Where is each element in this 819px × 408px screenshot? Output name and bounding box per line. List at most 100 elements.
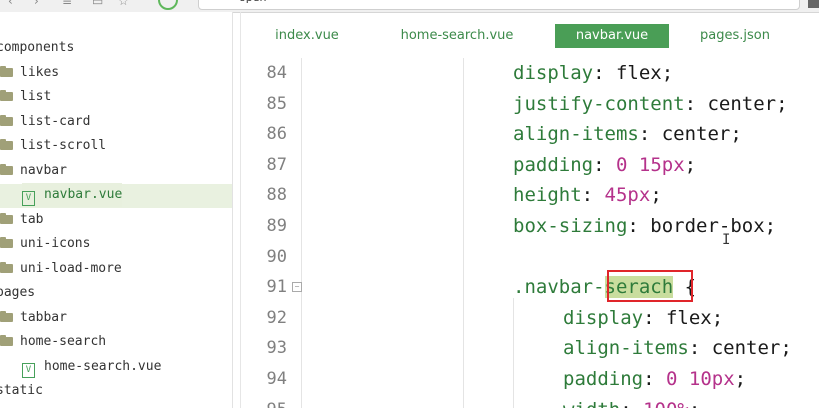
css-value: border-box [650, 215, 765, 237]
css-property: width [563, 399, 620, 408]
code-text: box-sizing: border-box; [513, 211, 776, 241]
tree-item-label: tab [20, 211, 44, 227]
css-property: display [563, 306, 644, 329]
tree-item[interactable]: navbar [0, 159, 67, 183]
tree-item-label: home-search [20, 334, 107, 349]
css-number: 10 [688, 368, 712, 390]
folder-icon [0, 114, 13, 126]
css-property: padding [563, 368, 644, 390]
colon: : [688, 337, 712, 360]
css-number: 0 [615, 153, 628, 176]
code-text: align-items: center; [513, 119, 742, 149]
code-line: 88 height: 45px; [241, 180, 819, 210]
sidebar-icon[interactable]: ▭ [92, 0, 103, 8]
tree-item[interactable]: Vnavbar.vue [22, 183, 123, 207]
tree-item[interactable]: static [0, 379, 43, 403]
code-line: 85 justify-content: center; [241, 89, 819, 119]
line-number: 90 [266, 246, 287, 267]
line-number: 92 [266, 307, 287, 328]
code-line: 87 padding: 0 15px; [241, 150, 819, 180]
css-property: height [513, 184, 582, 207]
css-selector: .navbar- [513, 276, 605, 299]
folder-icon [0, 139, 13, 150]
forward-arrow-icon[interactable]: › [34, 0, 39, 8]
tree-item[interactable]: Vhome-search.vue [22, 355, 161, 379]
code-text: height: 45px; [513, 180, 662, 210]
tab-home-search-vue[interactable]: home-search.vue [387, 24, 527, 48]
semicolon: ; [689, 399, 700, 408]
css-unit: px [711, 368, 735, 390]
tree-item[interactable]: pages [0, 281, 35, 305]
tree-item-label: uni-icons [20, 236, 91, 251]
address-bar[interactable]: open [198, 0, 800, 10]
tree-item-label: components [0, 40, 75, 55]
editor-tab-bar: index.vue home-search.vue navbar.vue pag… [241, 24, 819, 48]
fold-toggle-icon[interactable]: − [292, 282, 302, 293]
semicolon: ; [730, 123, 742, 146]
code-line: 94 padding: 0 10px; [241, 364, 819, 394]
semicolon: ; [711, 306, 724, 329]
semicolon: ; [780, 337, 792, 360]
css-property: justify-content [513, 92, 685, 115]
css-number: 15 [638, 153, 662, 176]
tab-index-vue[interactable]: index.vue [255, 24, 359, 48]
tree-item[interactable]: tabbar [0, 306, 67, 330]
star-icon[interactable]: ☆ [118, 0, 129, 8]
tree-item[interactable]: likes [0, 61, 59, 85]
code-line: 92 display: flex; [241, 303, 819, 333]
code-line: 90 [241, 242, 819, 272]
tree-item-label: list-scroll [20, 138, 107, 153]
folder-icon [0, 310, 13, 322]
css-value: center [707, 92, 777, 115]
tree-item[interactable]: list-card [0, 110, 90, 134]
code-text: padding: 0 15px; [513, 150, 696, 180]
code-text: display: flex; [513, 58, 673, 88]
colon: : [627, 215, 651, 237]
code-line: 89 box-sizing: border-box; [241, 211, 819, 241]
tree-item[interactable]: home-search [0, 330, 106, 354]
tree-item-label: tabbar [20, 309, 67, 325]
semicolon: ; [764, 215, 777, 237]
tree-item[interactable]: tab [0, 208, 43, 232]
line-number: 86 [266, 124, 287, 145]
tab-pages-json[interactable]: pages.json [687, 24, 783, 48]
code-line: 86 align-items: center; [241, 119, 819, 149]
css-number: 0 [665, 368, 678, 390]
css-property: display [513, 62, 594, 84]
refresh-circle-icon[interactable] [158, 0, 178, 10]
tree-item-label: list-card [20, 113, 91, 129]
folder-icon [0, 65, 13, 77]
back-arrow-icon[interactable]: ‹ [8, 0, 13, 8]
folder-icon [0, 237, 13, 248]
css-value: flex [615, 62, 662, 84]
folder-icon [0, 212, 13, 224]
code-editor[interactable]: 84 display: flex; 85 justify-content: cente… [241, 58, 819, 408]
line-number: 93 [266, 338, 287, 359]
code-line: 93 align-items: center; [241, 333, 819, 363]
tree-item[interactable]: uni-icons [0, 232, 90, 256]
window-control-icon[interactable] [808, 0, 819, 8]
tree-item-label: navbar [20, 162, 67, 178]
code-text: padding: 0 10px; [563, 364, 746, 394]
code-text: display: flex; [563, 303, 723, 333]
vue-file-icon: V [22, 362, 35, 378]
line-number: 87 [266, 154, 287, 175]
tree-item[interactable]: list-scroll [0, 134, 106, 158]
code-line: 84 display: flex; [241, 58, 819, 88]
semicolon: ; [776, 92, 788, 115]
css-property: align-items [513, 123, 639, 146]
tree-item[interactable]: uni-load-more [0, 257, 122, 281]
tree-item[interactable]: components [0, 36, 74, 60]
css-property: box-sizing [513, 215, 628, 237]
css-number: 45 [604, 184, 628, 207]
tab-navbar-vue[interactable]: navbar.vue [555, 24, 669, 48]
css-property: padding [513, 153, 594, 176]
css-value: center [711, 337, 781, 360]
css-value: center [661, 123, 731, 146]
code-text: align-items: center; [563, 333, 792, 363]
semicolon: ; [650, 184, 662, 207]
colon: : [684, 92, 708, 115]
menu-icon[interactable]: ≡ [62, 0, 72, 8]
tree-item[interactable]: list [0, 85, 51, 109]
address-text: open [239, 0, 266, 4]
